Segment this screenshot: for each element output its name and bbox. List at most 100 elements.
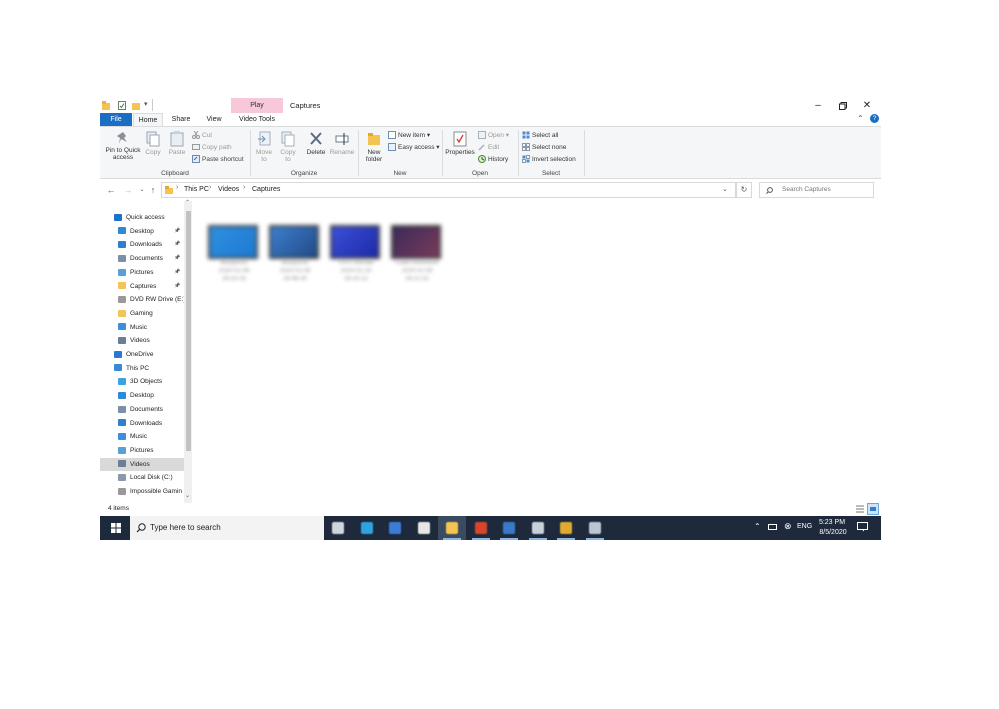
select-none-label: Select none (532, 144, 567, 151)
sidebar-item[interactable]: Downloads (100, 417, 184, 431)
clock-date[interactable]: 8/5/2020 (816, 528, 850, 538)
paste-button[interactable]: Paste (166, 131, 188, 156)
file-item[interactable]: Blueprints 2020-01-08 16-20-33 (206, 225, 260, 283)
scroll-up-icon[interactable]: ⌃ (185, 199, 190, 206)
new-folder-button[interactable]: New folder (361, 131, 387, 163)
rename-button[interactable]: Rename (329, 131, 355, 156)
file-item[interactable]: Cube Adventure 2020-01-08 16-21-02 (389, 225, 443, 283)
close-button[interactable]: ✕ (854, 98, 880, 114)
history-button[interactable]: History (478, 155, 508, 165)
show-hidden-icons-icon[interactable]: ⌃ (754, 522, 761, 531)
start-button[interactable] (102, 516, 130, 540)
forward-arrow-icon[interactable]: → (122, 183, 134, 197)
maximize-button[interactable] (830, 98, 856, 114)
pin-icon: 📌 (174, 255, 181, 262)
sidebar-item[interactable]: Music (100, 321, 184, 335)
edge-icon[interactable] (353, 516, 381, 540)
customize-qat-icon[interactable]: ▾ (144, 100, 148, 108)
sidebar-item[interactable]: Videos (100, 334, 184, 348)
open-button[interactable]: Open ▾ (478, 131, 509, 141)
task-view-icon[interactable] (324, 516, 352, 540)
select-none-button[interactable]: Select none (522, 143, 566, 153)
mail-icon[interactable] (381, 516, 409, 540)
file-item[interactable]: FIFA Ultimate 2020-01-24 16-20-12 (328, 225, 382, 283)
taskbar-search-box[interactable]: Type here to search (130, 516, 324, 540)
properties-qat-icon[interactable] (118, 101, 126, 110)
large-icons-view-icon[interactable] (867, 503, 879, 515)
details-view-icon[interactable] (855, 504, 865, 514)
breadcrumb-captures[interactable]: Captures (252, 186, 280, 193)
collapse-ribbon-icon[interactable]: ⌃ (857, 114, 864, 123)
refresh-icon[interactable]: ↻ (736, 182, 752, 198)
sidebar-item[interactable]: Documents 📌 (100, 252, 184, 266)
language-indicator[interactable]: ENG (797, 523, 812, 530)
file-item[interactable]: Blueprints 2020-01-08 16-48-30 (267, 225, 321, 283)
back-arrow-icon[interactable]: ← (105, 183, 117, 197)
help-icon[interactable]: ? (870, 114, 879, 123)
network-icon[interactable]: ⊗ (784, 521, 792, 532)
sidebar-item[interactable]: Pictures 📌 (100, 266, 184, 280)
edit-button[interactable]: Edit (478, 143, 499, 153)
scroll-down-icon[interactable]: ⌄ (185, 492, 190, 499)
office-icon[interactable] (467, 516, 495, 540)
breadcrumb-chevron-icon[interactable]: › (209, 184, 211, 191)
cut-button[interactable]: Cut (192, 130, 212, 141)
minimize-button[interactable]: – (805, 98, 831, 114)
breadcrumb-chevron-icon[interactable]: › (243, 184, 245, 191)
address-bar[interactable]: › This PC › Videos › Captures ⌄ (161, 182, 736, 198)
breadcrumb-videos[interactable]: Videos (218, 186, 239, 193)
invert-selection-button[interactable]: Invert selection (522, 155, 576, 165)
easy-access-button[interactable]: Easy access ▾ (388, 143, 440, 153)
sidebar-item[interactable]: Pictures (100, 444, 184, 458)
scrollbar-thumb[interactable] (186, 211, 191, 451)
app-icon[interactable] (524, 516, 552, 540)
paste-shortcut-button[interactable]: Paste shortcut (192, 155, 244, 165)
sidebar-item[interactable]: Desktop 📌 (100, 225, 184, 239)
sidebar-item[interactable]: Captures 📌 (100, 280, 184, 294)
pin-quick-access-button[interactable]: Pin to Quick access (102, 131, 144, 161)
sidebar-item[interactable]: Local Disk (C:) (100, 471, 184, 485)
running-indicator (585, 538, 604, 540)
sidebar-item[interactable]: Documents (100, 403, 184, 417)
sidebar-item[interactable]: Gaming (100, 307, 184, 321)
sidebar-item[interactable]: 3D Objects (100, 375, 184, 389)
properties-button[interactable]: Properties (445, 131, 475, 156)
tab-video-tools[interactable]: Video Tools (232, 113, 282, 126)
delete-button[interactable]: Delete (303, 131, 329, 156)
copy-to-button[interactable]: Copy to (277, 131, 299, 163)
move-to-button[interactable]: Move to (253, 131, 275, 163)
sidebar-item[interactable]: Videos (100, 457, 184, 472)
app-icon[interactable] (581, 516, 609, 540)
tab-share[interactable]: Share (166, 113, 196, 126)
file-explorer-icon[interactable] (438, 516, 466, 540)
tab-view[interactable]: View (200, 113, 228, 126)
address-dropdown-icon[interactable]: ⌄ (722, 185, 728, 193)
sidebar-item[interactable]: Impossible Gamin (100, 485, 184, 499)
sidebar-item[interactable]: This PC (100, 362, 184, 376)
context-tab-play[interactable]: Play (231, 98, 283, 113)
search-box[interactable]: Search Captures (759, 182, 874, 198)
app-icon[interactable] (495, 516, 523, 540)
copy-button[interactable]: Copy (144, 131, 162, 156)
breadcrumb-this-pc[interactable]: This PC (184, 186, 209, 193)
clock-time[interactable]: 5:23 PM (818, 518, 846, 528)
sidebar-item[interactable]: DVD RW Drive (E:) (100, 293, 184, 307)
sidebar-item[interactable]: Desktop (100, 389, 184, 403)
copy-path-button[interactable]: Copy path (192, 143, 232, 153)
chrome-icon[interactable] (552, 516, 580, 540)
up-arrow-icon[interactable]: ↑ (147, 183, 159, 197)
new-folder-qat-icon[interactable] (132, 101, 140, 110)
sidebar-item-icon (118, 460, 126, 468)
tab-file[interactable]: File (100, 113, 132, 126)
select-all-button[interactable]: Select all (522, 131, 558, 141)
tab-home[interactable]: Home (133, 113, 163, 126)
battery-icon[interactable] (768, 524, 777, 530)
store-icon[interactable] (410, 516, 438, 540)
sidebar-item[interactable]: Downloads 📌 (100, 238, 184, 252)
sidebar-item[interactable]: Quick access (100, 211, 184, 225)
sidebar-item[interactable]: Music (100, 430, 184, 444)
breadcrumb-chevron-icon[interactable]: › (176, 184, 178, 191)
new-item-button[interactable]: New item ▾ (388, 131, 430, 141)
sidebar-item[interactable]: OneDrive (100, 348, 184, 362)
action-center-icon[interactable] (857, 522, 868, 532)
